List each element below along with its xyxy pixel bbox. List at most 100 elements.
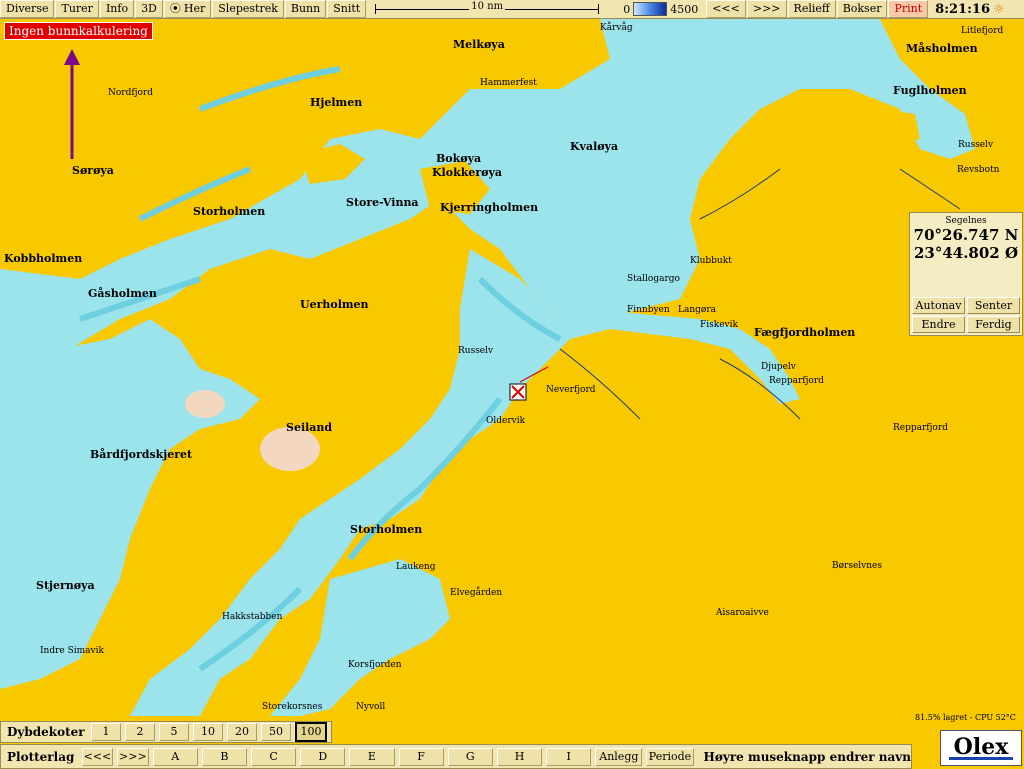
place-label: Fægfjordholmen	[754, 326, 856, 339]
depth-legend: 0 4500	[623, 2, 698, 16]
place-label: Klokkerøya	[432, 166, 502, 179]
depth-contour-bar: Dybdekoter 1 2 5 10 20 50 100	[0, 721, 332, 743]
contour-100-button[interactable]: 100	[295, 722, 327, 742]
anlegg-button[interactable]: Anlegg	[595, 747, 643, 766]
depth-max: 4500	[670, 2, 699, 16]
place-label: Laukeng	[396, 562, 436, 572]
place-label: Hjelmen	[310, 96, 363, 109]
place-label: Seiland	[286, 421, 333, 434]
place-label: Stjernøya	[36, 579, 95, 592]
autonav-button[interactable]: Autonav	[912, 297, 965, 314]
place-label: Korsfjorden	[348, 660, 402, 670]
prev-button[interactable]: <<<	[706, 0, 746, 18]
place-label: Stallogargo	[627, 274, 680, 284]
olex-logo: Olex	[940, 730, 1022, 766]
place-label: Børselvnes	[832, 561, 882, 571]
3d-button[interactable]: 3D	[135, 0, 163, 18]
place-label: Oldervik	[486, 416, 526, 426]
contour-10-button[interactable]: 10	[193, 723, 223, 741]
place-label: Store-Vinna	[346, 196, 419, 209]
print-button[interactable]: Print	[888, 0, 929, 18]
place-label: Kjerringholmen	[440, 201, 539, 214]
diverse-button[interactable]: Diverse	[0, 0, 55, 18]
layer-e-button[interactable]: E	[349, 747, 395, 766]
scale-bar: 10 nm	[371, 1, 603, 17]
longitude: 23°44.802 Ø	[913, 244, 1019, 262]
place-label: Sørøya	[72, 164, 114, 177]
clock: 8:21:16	[935, 1, 990, 17]
place-label: Gåsholmen	[88, 287, 157, 300]
her-button[interactable]: ⦿ Her	[163, 0, 212, 18]
place-label: Kvaløya	[570, 140, 619, 153]
plotter-label: Plotterlag	[7, 749, 75, 764]
place-label: Elvegården	[450, 588, 503, 598]
endre-button[interactable]: Endre	[912, 316, 965, 333]
place-label: Melkøya	[453, 38, 505, 51]
place-label: Finnbyen	[627, 305, 670, 315]
contour-5-button[interactable]: 5	[159, 723, 189, 741]
place-label: Storholmen	[350, 523, 423, 536]
bunn-button[interactable]: Bunn	[284, 0, 327, 18]
her-button-label: Her	[183, 2, 206, 15]
place-label: Langøra	[678, 305, 716, 315]
sun-icon: ☼	[993, 1, 1005, 17]
contour-50-button[interactable]: 50	[261, 723, 291, 741]
position-panel: Segelnes 70°26.747 N 23°44.802 Ø Autonav…	[909, 212, 1023, 336]
contour-20-button[interactable]: 20	[227, 723, 257, 741]
place-label: Russelv	[458, 346, 494, 356]
contour-2-button[interactable]: 2	[125, 723, 155, 741]
target-icon: ⦿	[169, 2, 181, 15]
place-label: Storholmen	[193, 205, 266, 218]
bokser-button[interactable]: Bokser	[836, 0, 888, 18]
warning-badge: Ingen bunnkalkulering	[4, 22, 153, 40]
glacier-patch	[185, 390, 225, 418]
place-label: Hakkstabben	[222, 612, 283, 622]
place-label: Repparfjord	[769, 376, 824, 386]
layer-i-button[interactable]: I	[546, 747, 592, 766]
layer-g-button[interactable]: G	[447, 747, 493, 766]
place-label: Bårdfjordskjeret	[90, 448, 193, 461]
scale-label: 10 nm	[469, 1, 506, 12]
depth-gradient	[633, 2, 668, 16]
place-label: Revsbotn	[957, 165, 1000, 175]
slepestrek-button[interactable]: Slepestrek	[212, 0, 284, 18]
layer-b-button[interactable]: B	[201, 747, 247, 766]
place-label: Kobbholmen	[4, 252, 83, 265]
plotter-next-button[interactable]: >>>	[117, 747, 149, 766]
plotter-layer-bar: Plotterlag <<< >>> A B C D E F G H I Anl…	[0, 744, 912, 769]
layer-h-button[interactable]: H	[496, 747, 543, 766]
nautical-chart[interactable]	[0, 19, 1024, 716]
place-label: Indre Simavik	[40, 646, 104, 656]
place-label: Repparfjord	[893, 423, 948, 433]
place-label: Nordfjord	[108, 88, 153, 98]
layer-c-button[interactable]: C	[250, 747, 297, 766]
place-label: Russelv	[958, 140, 994, 150]
relieff-button[interactable]: Relieff	[787, 0, 836, 18]
place-label: Aisaroaivve	[716, 608, 769, 618]
info-button[interactable]: Info	[99, 0, 135, 18]
place-label: Neverfjord	[546, 385, 596, 395]
place-label: Bokøya	[436, 152, 482, 165]
plotter-prev-button[interactable]: <<<	[81, 747, 114, 766]
layer-a-button[interactable]: A	[152, 747, 198, 766]
senter-button[interactable]: Senter	[967, 297, 1020, 314]
contour-1-button[interactable]: 1	[91, 723, 121, 741]
position-title: Segelnes	[945, 216, 987, 226]
place-label: Fiskevik	[700, 320, 738, 330]
ferdig-button[interactable]: Ferdig	[967, 316, 1020, 333]
place-label: Nyvoll	[356, 702, 386, 712]
place-label: Klubbukt	[690, 256, 732, 266]
top-toolbar: Diverse Turer Info 3D ⦿ Her Slepestrek B…	[0, 0, 1024, 19]
next-button[interactable]: >>>	[746, 0, 787, 18]
status-text: 81.5% lagret - CPU 52°C	[915, 713, 1016, 722]
periode-button[interactable]: Periode	[646, 747, 694, 766]
place-label: Djupelv	[761, 362, 796, 372]
snitt-button[interactable]: Snitt	[327, 0, 367, 18]
place-label: Storekorsnes	[262, 702, 323, 712]
turer-button[interactable]: Turer	[55, 0, 99, 18]
layer-d-button[interactable]: D	[300, 747, 346, 766]
place-label: Hammerfest	[480, 78, 537, 88]
place-label: Kårvåg	[600, 23, 633, 33]
rename-hint: Høyre museknapp endrer navn	[703, 749, 911, 764]
layer-f-button[interactable]: F	[398, 747, 444, 766]
